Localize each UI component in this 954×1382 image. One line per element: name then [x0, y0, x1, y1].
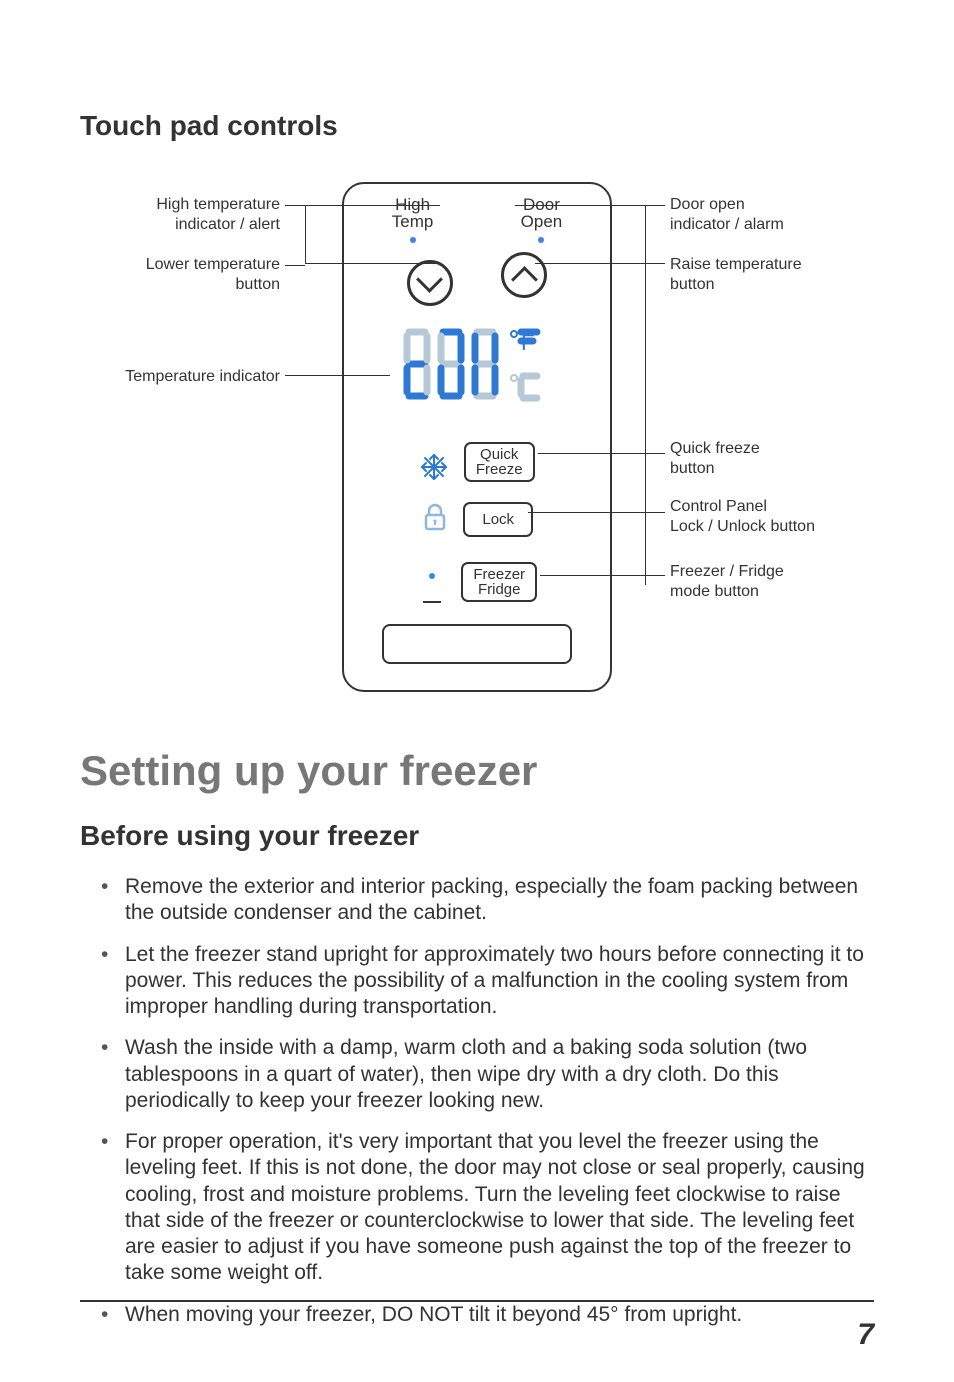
panel-row-blank: [344, 624, 610, 664]
control-panel: HighTemp DoorOpen: [342, 182, 612, 692]
list-item: For proper operation, it's very importan…: [125, 1129, 874, 1287]
panel-row-freezer-fridge: FreezerFridge: [344, 562, 610, 608]
list-item: When moving your freezer, DO NOT tilt it…: [125, 1302, 874, 1328]
callout-lower-temp: Lower temperaturebutton: [100, 255, 280, 295]
footer-divider: [80, 1300, 874, 1302]
list-item: Wash the inside with a damp, warm cloth …: [125, 1035, 874, 1114]
panel-row-quick-freeze: QuickFreeze: [344, 442, 610, 487]
callout-high-temp: High temperatureindicator / alert: [100, 195, 280, 235]
lock-button[interactable]: Lock: [463, 502, 533, 537]
snowflake-icon: [419, 452, 449, 487]
door-open-label: DoorOpen: [496, 196, 586, 230]
blank-button[interactable]: [382, 624, 572, 664]
panel-row-lock: Lock: [344, 502, 610, 537]
list-item: Remove the exterior and interior packing…: [125, 874, 874, 927]
callout-quick-freeze: Quick freezebutton: [670, 439, 870, 479]
heading-touch-pad: Touch pad controls: [80, 110, 874, 142]
callout-control-lock: Control PanelLock / Unlock button: [670, 497, 890, 537]
temperature-indicator-display: F: [344, 324, 610, 406]
freezer-fridge-button[interactable]: FreezerFridge: [461, 562, 537, 602]
callout-freezer-fridge: Freezer / Fridgemode button: [670, 562, 870, 602]
heading-before-using: Before using your freezer: [80, 820, 874, 852]
panel-row-temp-buttons: [344, 252, 610, 306]
callout-raise-temp: Raise temperaturebutton: [670, 255, 870, 295]
door-open-indicator-dot: [538, 237, 544, 243]
instruction-list: Remove the exterior and interior packing…: [80, 874, 874, 1328]
high-temp-indicator-dot: [410, 237, 416, 243]
lower-temperature-button[interactable]: [407, 260, 453, 306]
callout-door-open: Door openindicator / alarm: [670, 195, 870, 235]
raise-temperature-button[interactable]: [501, 252, 547, 298]
control-panel-diagram: High temperatureindicator / alert Lower …: [80, 177, 874, 707]
quick-freeze-button[interactable]: QuickFreeze: [464, 442, 535, 482]
lock-icon: [421, 502, 449, 537]
page-number: 7: [857, 1318, 874, 1352]
panel-row-indicators: HighTemp DoorOpen: [344, 196, 610, 248]
list-item: Let the freezer stand upright for approx…: [125, 942, 874, 1021]
heading-setting-up: Setting up your freezer: [80, 747, 874, 795]
high-temp-label: HighTemp: [368, 196, 458, 230]
callout-temp-indicator: Temperature indicator: [70, 367, 280, 387]
mode-indicator: [417, 572, 447, 608]
